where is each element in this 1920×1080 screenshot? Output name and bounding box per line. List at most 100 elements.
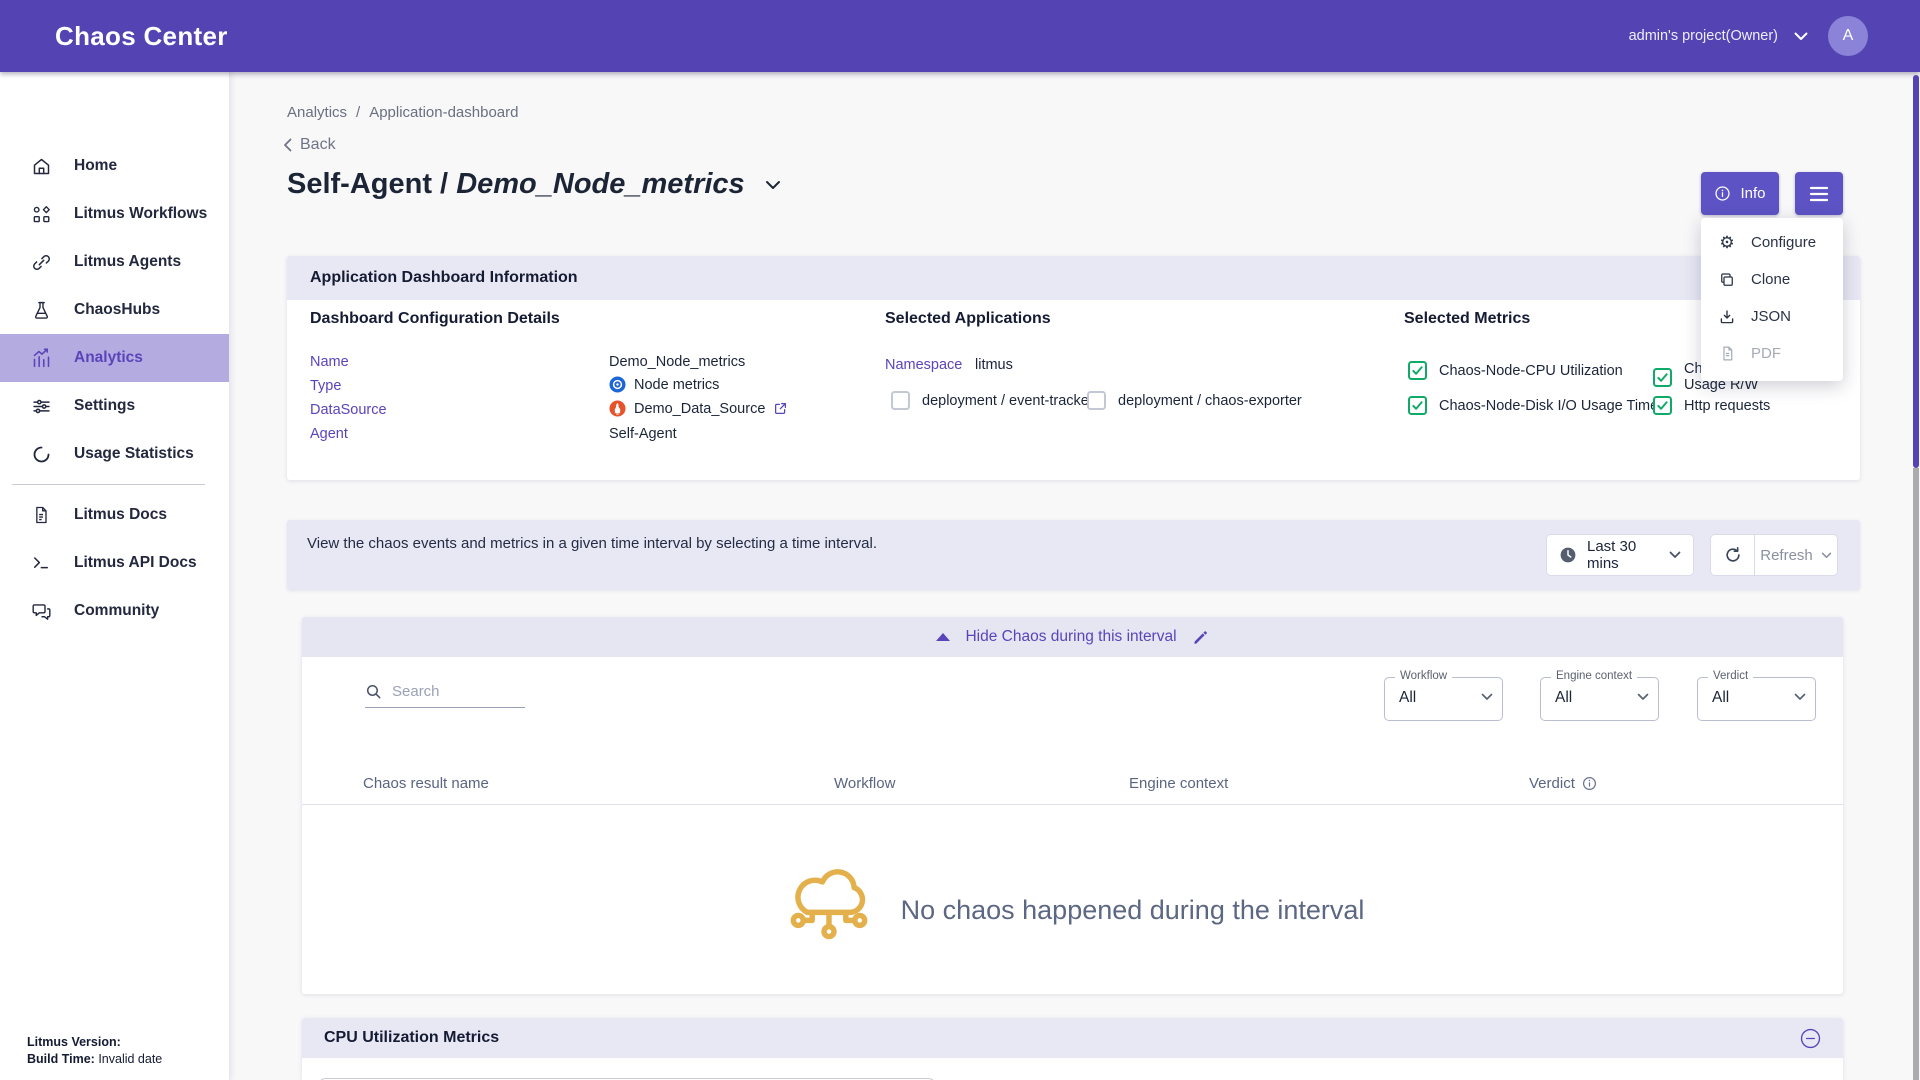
sidebar-item-label: Settings [74,397,135,415]
version-info: Litmus Version: Build Time: Invalid date [27,1034,162,1068]
selected-applications-title: Selected Applications [885,310,1051,328]
sidebar-item-analytics[interactable]: Analytics [0,334,229,382]
refresh-icon [1723,545,1743,565]
datasource-value-row: Demo_Data_Source [609,400,788,417]
external-link-icon[interactable] [773,401,788,416]
title-dashboard-name: Demo_Node_metrics [456,168,745,200]
prometheus-icon [609,400,626,417]
menu-item-pdf[interactable]: PDF [1701,335,1843,372]
breadcrumb-analytics[interactable]: Analytics [287,104,347,121]
chevron-down-icon [1669,551,1681,559]
info-button[interactable]: Info [1701,172,1779,215]
time-interval-bar: View the chaos events and metrics in a g… [287,520,1860,590]
dashboard-info-panel: Application Dashboard Information Dashbo… [287,256,1860,480]
sidebar-item-litmus-workflows[interactable]: Litmus Workflows [0,190,229,238]
title-chevron-down-icon[interactable] [765,180,781,190]
sidebar-divider [12,484,205,485]
metric-option-http: Http requests [1653,396,1770,415]
hamburger-icon [1809,186,1829,202]
checkbox-http-requests[interactable] [1653,396,1672,415]
empty-message: No chaos happened during the interval [901,895,1365,926]
refresh-icon-button[interactable] [1711,535,1755,575]
project-selector[interactable]: admin's project(Owner) [1629,28,1808,44]
column-workflow: Workflow [834,775,895,792]
file-icon [1717,344,1737,364]
sidebar-item-label: Litmus Agents [74,253,181,271]
sidebar-item-settings[interactable]: Settings [0,382,229,430]
sidebar-item-home[interactable]: Home [0,142,229,190]
scrollbar-thumb[interactable] [1913,75,1919,468]
sidebar-item-label: ChaosHubs [74,301,160,319]
checkbox-chaos-exporter[interactable] [1087,391,1106,410]
metric-option-cpu: Chaos-Node-CPU Utilization [1408,361,1623,380]
checkbox-disk-rw[interactable] [1653,368,1672,387]
sidebar-item-label: Community [74,602,159,620]
menu-item-configure[interactable]: ⚙ Configure [1701,224,1843,261]
download-icon [1717,307,1737,327]
chaos-interval-card: Hide Chaos during this interval Workflow… [302,617,1843,994]
agent-value: Self-Agent [609,426,677,442]
checkbox-cpu-utilization[interactable] [1408,361,1427,380]
checkbox-event-tracker[interactable] [891,391,910,410]
workflows-icon [30,203,52,225]
sliders-icon [30,395,52,417]
config-details-title: Dashboard Configuration Details [310,310,560,328]
interval-description: View the chaos events and metrics in a g… [307,533,882,555]
name-label: Name [310,354,349,370]
document-icon [30,504,52,526]
scrollbar-track[interactable] [1913,468,1919,1080]
avatar[interactable]: A [1828,16,1868,56]
collapse-triangle-icon [936,633,950,641]
flask-icon [30,299,52,321]
sidebar-item-litmus-docs[interactable]: Litmus Docs [0,491,229,539]
sidebar-item-label: Home [74,157,117,175]
refresh-label: Refresh [1760,547,1813,564]
app-option-event-tracker: deployment / event-tracker [891,391,1094,410]
time-range-select[interactable]: Last 30 mins [1546,534,1694,576]
hide-chaos-toggle[interactable]: Hide Chaos during this interval [302,617,1843,657]
sidebar-item-label: Litmus Workflows [74,205,207,223]
sidebar-item-usage-statistics[interactable]: Usage Statistics [0,430,229,478]
gear-icon: ⚙ [1717,233,1737,253]
back-button[interactable]: Back [283,136,336,154]
menu-item-json[interactable]: JSON [1701,298,1843,335]
usage-icon [30,443,52,465]
workflow-filter[interactable]: Workflow All [1384,677,1503,721]
pencil-icon[interactable] [1192,629,1209,646]
link-icon [30,251,52,273]
cloud-network-icon [781,864,877,956]
engine-context-filter[interactable]: Engine context All [1540,677,1659,721]
project-label: admin's project(Owner) [1629,28,1778,44]
column-chaos-result-name: Chaos result name [363,775,489,792]
cpu-metrics-card: CPU Utilization Metrics [302,1018,1843,1080]
info-icon [1714,185,1731,202]
verdict-info-icon[interactable] [1582,776,1597,791]
checkbox-disk-times[interactable] [1408,396,1427,415]
back-label: Back [300,136,336,154]
chevron-down-icon [1794,32,1808,41]
litmus-version-label: Litmus Version: [27,1035,121,1049]
datasource-label: DataSource [310,402,387,418]
collapse-minus-icon[interactable] [1800,1028,1821,1049]
refresh-dropdown-button[interactable]: Refresh [1755,535,1837,575]
sidebar-item-label: Usage Statistics [74,445,194,463]
sidebar-item-chaoshubs[interactable]: ChaosHubs [0,286,229,334]
verdict-filter[interactable]: Verdict All [1697,677,1816,721]
dashboard-info-header: Application Dashboard Information [287,256,1860,300]
namespace-label: Namespace [885,357,962,373]
clock-icon [1559,546,1577,564]
dashboard-info-title: Application Dashboard Information [310,269,578,287]
breadcrumb: Analytics / Application-dashboard [287,104,518,121]
home-icon [30,155,52,177]
sidebar-item-litmus-agents[interactable]: Litmus Agents [0,238,229,286]
chevron-down-icon [1794,693,1806,701]
search-field [365,683,525,708]
sidebar-item-community[interactable]: Community [0,587,229,635]
title-agent: Self-Agent / [287,168,448,200]
top-header: Chaos Center admin's project(Owner) A [0,0,1920,72]
menu-item-clone[interactable]: Clone [1701,261,1843,298]
chaos-center-app: Chaos Center admin's project(Owner) A Ho… [0,0,1920,1080]
sidebar-item-litmus-api-docs[interactable]: Litmus API Docs [0,539,229,587]
kebab-menu-button[interactable] [1795,172,1843,215]
search-input[interactable] [392,683,510,700]
